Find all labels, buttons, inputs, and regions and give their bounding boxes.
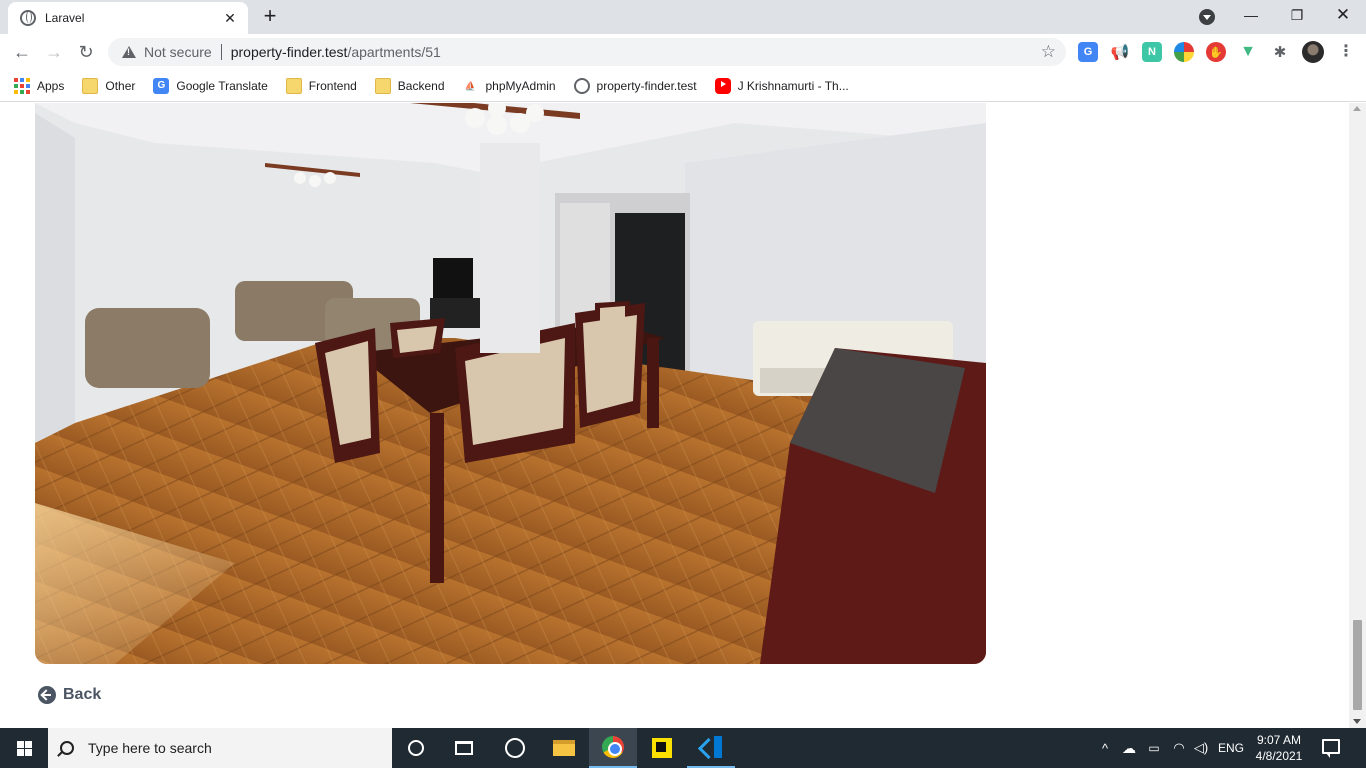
page-content: Back (0, 103, 1366, 728)
bookmark-backend[interactable]: Backend (374, 77, 445, 94)
search-placeholder: Type here to search (88, 740, 212, 756)
clock-time: 9:07 AM (1256, 733, 1302, 747)
restore-button[interactable]: ❐ (1274, 0, 1320, 30)
bookmark-krishnamurti[interactable]: J Krishnamurti - Th... (714, 77, 849, 94)
back-arrow-icon[interactable]: ← (9, 39, 35, 65)
bookmark-label: Google Translate (176, 78, 268, 93)
arrow-left-circle-icon (38, 686, 56, 704)
file-explorer-app[interactable] (540, 728, 588, 768)
bookmark-other[interactable]: Other (82, 77, 136, 94)
adblock-extension-icon[interactable]: ✋ (1206, 42, 1226, 62)
language-indicator[interactable]: ENG (1214, 728, 1248, 768)
bookmark-label: Other (105, 78, 136, 93)
sticky-notes-icon (652, 738, 672, 758)
windows-logo-icon (16, 740, 32, 756)
bookmarks-bar: Apps Other G Google Translate Frontend B… (0, 70, 1366, 102)
n-extension-icon[interactable]: N (1142, 42, 1162, 62)
taskbar-search-box[interactable]: Type here to search (48, 728, 392, 768)
bookmark-apps[interactable]: Apps (14, 77, 65, 94)
warning-icon[interactable] (122, 46, 136, 58)
scroll-up-icon[interactable] (1353, 106, 1361, 111)
chrome-icon (602, 736, 624, 758)
vscode-icon (700, 736, 722, 758)
bookmark-frontend[interactable]: Frontend (285, 77, 357, 94)
url-host[interactable]: property-finder.test (231, 44, 348, 60)
vscode-app[interactable] (687, 728, 735, 768)
bookmark-label: property-finder.test (596, 78, 697, 93)
new-tab-button[interactable]: + (258, 4, 282, 28)
extensions-puzzle-icon[interactable]: ✱ (1270, 42, 1290, 62)
clock-icon (505, 738, 525, 758)
minimize-button[interactable]: — (1228, 0, 1274, 30)
volume-icon[interactable]: ◁) (1190, 728, 1212, 768)
bookmark-phpmyadmin[interactable]: ⛵ phpMyAdmin (463, 78, 556, 94)
sticky-notes-app[interactable] (638, 728, 686, 768)
folder-icon (374, 77, 391, 94)
tab-strip: Laravel ✕ + — ❐ ✕ (0, 0, 1366, 34)
apartment-photo (35, 103, 986, 664)
phpmyadmin-icon: ⛵ (464, 80, 477, 91)
reload-icon[interactable]: ↻ (73, 39, 99, 65)
forward-arrow-icon[interactable]: → (41, 39, 67, 65)
start-button[interactable] (0, 728, 48, 768)
scrollbar-thumb[interactable] (1353, 620, 1362, 710)
vertical-scrollbar[interactable] (1349, 103, 1366, 728)
tab-search-icon[interactable] (1199, 9, 1215, 25)
bookmark-label: J Krishnamurti - Th... (737, 78, 849, 93)
scroll-down-icon[interactable] (1353, 719, 1361, 724)
folder-icon (285, 77, 302, 94)
back-label: Back (63, 686, 102, 703)
close-tab-icon[interactable]: ✕ (222, 10, 238, 27)
folder-icon (82, 77, 99, 94)
color-picker-extension-icon[interactable] (1174, 42, 1194, 62)
divider (220, 44, 222, 60)
browser-toolbar: ← → ↻ Not secure property-finder.test /a… (0, 34, 1366, 70)
close-window-button[interactable]: ✕ (1320, 0, 1366, 30)
url-path[interactable]: /apartments/51 (347, 44, 440, 60)
bookmark-label: Frontend (308, 78, 357, 93)
address-bar[interactable]: Not secure property-finder.test /apartme… (108, 38, 1066, 66)
youtube-icon (714, 77, 731, 94)
bookmark-google-translate[interactable]: G Google Translate (153, 77, 268, 94)
wifi-icon[interactable]: ◠ (1168, 728, 1190, 768)
globe-icon (573, 77, 590, 94)
google-translate-icon: G (153, 77, 170, 94)
alarms-clock-app[interactable] (491, 728, 539, 768)
bookmark-property-finder[interactable]: property-finder.test (573, 77, 697, 94)
task-view-button[interactable] (440, 728, 488, 768)
tab-title: Laravel (45, 11, 85, 25)
back-button[interactable]: Back (38, 686, 101, 704)
vue-devtools-icon[interactable]: ▼ (1238, 42, 1258, 62)
megaphone-extension-icon[interactable]: 📢 (1110, 42, 1130, 62)
bookmark-label: phpMyAdmin (485, 78, 556, 93)
chrome-app[interactable] (589, 728, 637, 768)
cortana-icon (408, 740, 424, 756)
menu-icon[interactable]: ⋮ (1338, 42, 1354, 62)
clock-date: 4/8/2021 (1255, 749, 1303, 763)
cortana-button[interactable] (392, 728, 440, 768)
bookmark-label: Backend (397, 78, 445, 93)
profile-avatar[interactable] (1302, 41, 1324, 63)
globe-icon (20, 10, 36, 26)
browser-tab[interactable]: Laravel ✕ (8, 2, 248, 34)
task-view-icon (455, 741, 473, 755)
folder-icon (553, 740, 575, 756)
notifications-icon[interactable] (1322, 739, 1340, 758)
show-hidden-icons-button[interactable]: ^ (1095, 728, 1115, 768)
windows-taskbar: Type here to search ^ ☁ ▭ ◠ ◁) ENG 9:07 … (0, 728, 1366, 768)
onedrive-cloud-icon[interactable]: ☁ (1118, 728, 1140, 768)
search-icon (60, 741, 74, 755)
system-clock[interactable]: 9:07 AM 4/8/2021 (1248, 732, 1310, 764)
apps-grid-icon (14, 77, 30, 94)
bookmark-label: Apps (37, 78, 65, 93)
security-label[interactable]: Not secure (144, 44, 212, 60)
bookmark-star-icon[interactable]: ☆ (1041, 42, 1056, 62)
google-translate-extension-icon[interactable]: G (1078, 42, 1098, 62)
battery-icon[interactable]: ▭ (1143, 728, 1165, 768)
